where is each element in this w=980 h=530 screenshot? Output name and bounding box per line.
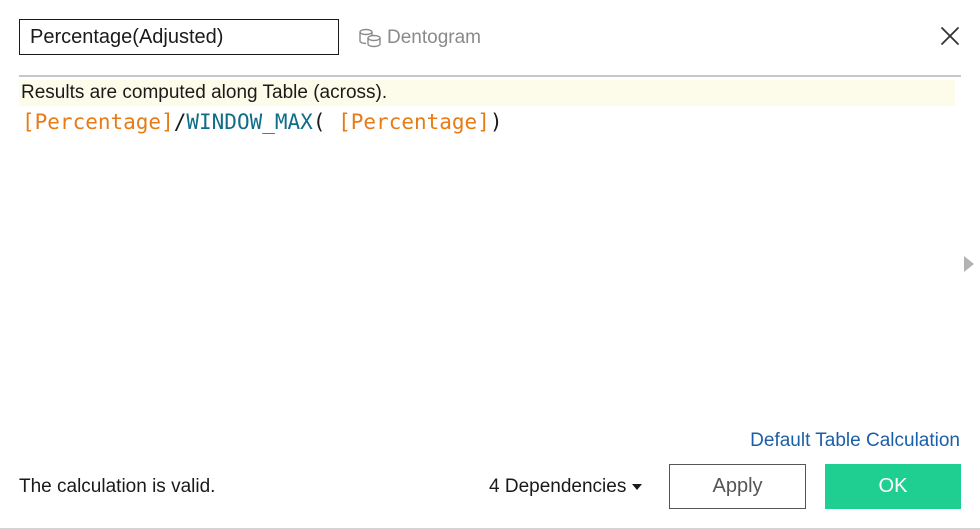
formula-token-field: [Percentage] <box>338 110 490 134</box>
expand-right-arrow-icon[interactable] <box>964 256 974 272</box>
caret-down-icon <box>632 484 643 490</box>
validation-status: The calculation is valid. <box>19 476 216 497</box>
formula-token-op: ( <box>312 110 326 134</box>
datasource-cylinders-icon <box>358 27 382 49</box>
dependencies-dropdown[interactable]: 4 Dependencies <box>489 474 643 500</box>
formula-token-op: / <box>173 110 187 134</box>
formula-token-func: WINDOW_MAX <box>186 110 313 134</box>
formula-token-field: [Percentage] <box>22 110 174 134</box>
apply-button[interactable]: Apply <box>669 464 806 509</box>
compute-info-bar: Results are computed along Table (across… <box>19 80 955 106</box>
ok-button[interactable]: OK <box>825 464 961 509</box>
header-divider <box>19 75 961 77</box>
datasource-indicator: Dentogram <box>358 24 481 52</box>
dependencies-label: 4 Dependencies <box>489 476 627 497</box>
formula-text[interactable]: [Percentage]/WINDOW_MAX( [Percentage]) <box>19 108 955 136</box>
compute-info-text: Results are computed along Table (across… <box>21 82 388 103</box>
calculation-name-input[interactable] <box>19 19 339 55</box>
formula-token-op: ) <box>489 110 503 134</box>
close-button[interactable] <box>936 24 964 52</box>
default-table-calculation-link[interactable]: Default Table Calculation <box>750 430 960 452</box>
formula-token-op <box>325 110 338 134</box>
datasource-label: Dentogram <box>387 27 481 48</box>
formula-editor[interactable]: Results are computed along Table (across… <box>19 80 955 410</box>
close-icon <box>940 26 960 51</box>
